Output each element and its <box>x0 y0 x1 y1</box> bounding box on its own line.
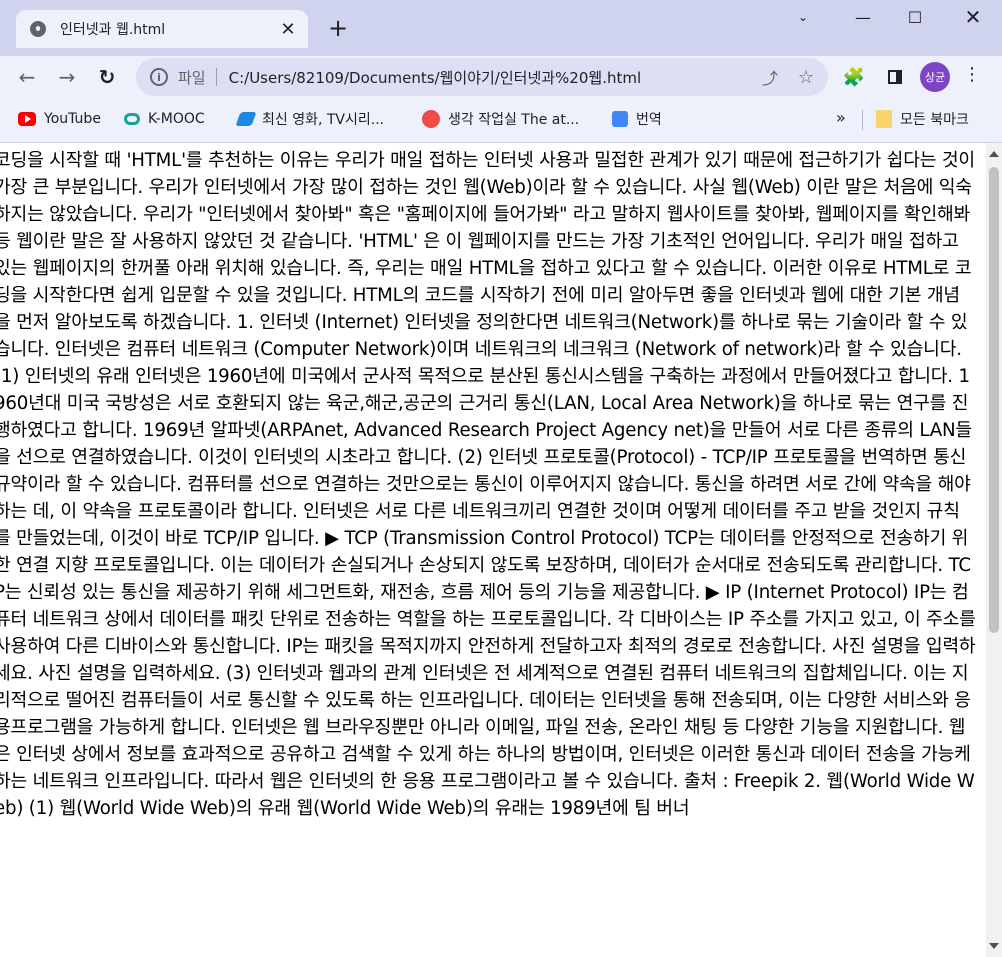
address-separator <box>215 68 217 86</box>
bookmark-movies[interactable]: 최신 영화, TV시리... <box>235 108 385 130</box>
kmooc-icon <box>124 113 140 125</box>
bookmark-label: YouTube <box>44 111 101 127</box>
bookmarks-more-chevron[interactable]: » <box>836 108 846 127</box>
all-bookmarks-folder[interactable]: 모든 북마크 <box>876 108 969 130</box>
translate-icon <box>612 111 628 127</box>
reload-icon[interactable]: ↻ <box>92 62 122 92</box>
profile-avatar[interactable]: 상균 <box>920 62 950 92</box>
scheme-label: 파일 <box>178 68 206 87</box>
forward-arrow-icon[interactable]: → <box>52 62 82 92</box>
bookmark-star-icon[interactable]: ☆ <box>798 67 814 88</box>
bookmarks-bar: YouTube K-MOOC 최신 영화, TV시리... 생각 작업실 The… <box>0 98 1002 143</box>
browser-window: 인터넷과 웹.html ✕ + ⌄ — ☐ ✕ ← → ↻ i 파일 C:/Us… <box>0 0 1002 957</box>
article-text: 코딩을 시작할 때 'HTML'를 추천하는 이유는 우리가 매일 접하는 인터… <box>0 150 976 819</box>
side-panel-icon[interactable] <box>884 66 906 88</box>
bookmark-translate[interactable]: 번역 <box>612 108 662 130</box>
share-icon[interactable]: ⤴ <box>762 65 778 89</box>
tab-close-icon[interactable]: ✕ <box>276 17 300 41</box>
menu-kebab-icon[interactable]: ⋮ <box>960 64 984 85</box>
vertical-scrollbar[interactable] <box>986 143 1002 957</box>
info-icon[interactable]: i <box>150 68 168 86</box>
bookmark-kmooc[interactable]: K-MOOC <box>124 108 205 130</box>
bookmark-youtube[interactable]: YouTube <box>18 108 101 130</box>
scroll-up-arrow-icon[interactable] <box>989 151 999 157</box>
scroll-down-arrow-icon[interactable] <box>989 943 999 949</box>
bookmarks-divider <box>862 110 863 130</box>
page-viewport: 코딩을 시작할 때 'HTML'를 추천하는 이유는 우리가 매일 접하는 인터… <box>0 143 986 957</box>
tab-active[interactable]: 인터넷과 웹.html ✕ <box>16 10 308 48</box>
close-window-icon[interactable]: ✕ <box>950 4 996 30</box>
bookmark-label: 번역 <box>636 112 662 128</box>
url-text[interactable]: C:/Users/82109/Documents/웹이야기/인터넷과%20웹.h… <box>229 67 642 88</box>
scrollbar-thumb[interactable] <box>989 167 999 633</box>
minimize-icon[interactable]: — <box>840 4 886 30</box>
folder-icon <box>876 110 892 128</box>
extensions-puzzle-icon[interactable]: 🧩 <box>843 66 865 88</box>
toolbar: ← → ↻ i 파일 C:/Users/82109/Documents/웹이야기… <box>0 56 1002 98</box>
maximize-icon[interactable]: ☐ <box>892 4 938 30</box>
tab-search-chevron-icon[interactable]: ⌄ <box>780 4 826 30</box>
bookmark-atelier[interactable]: 생각 작업실 The at... <box>422 108 579 130</box>
bookmark-label: 최신 영화, TV시리... <box>262 112 385 128</box>
back-arrow-icon[interactable]: ← <box>12 62 42 92</box>
bookmark-label: 모든 북마크 <box>900 112 969 128</box>
tab-title: 인터넷과 웹.html <box>60 22 166 38</box>
youtube-icon <box>18 112 36 126</box>
movie-site-icon <box>235 112 257 126</box>
bookmark-label: K-MOOC <box>148 111 205 127</box>
new-tab-button[interactable]: + <box>324 14 352 42</box>
globe-icon <box>30 21 46 37</box>
bookmark-label: 생각 작업실 The at... <box>448 112 580 128</box>
address-bar[interactable]: i 파일 C:/Users/82109/Documents/웹이야기/인터넷과%… <box>136 58 828 96</box>
tab-strip: 인터넷과 웹.html ✕ + ⌄ — ☐ ✕ <box>0 0 1002 56</box>
atelier-icon <box>422 110 440 128</box>
